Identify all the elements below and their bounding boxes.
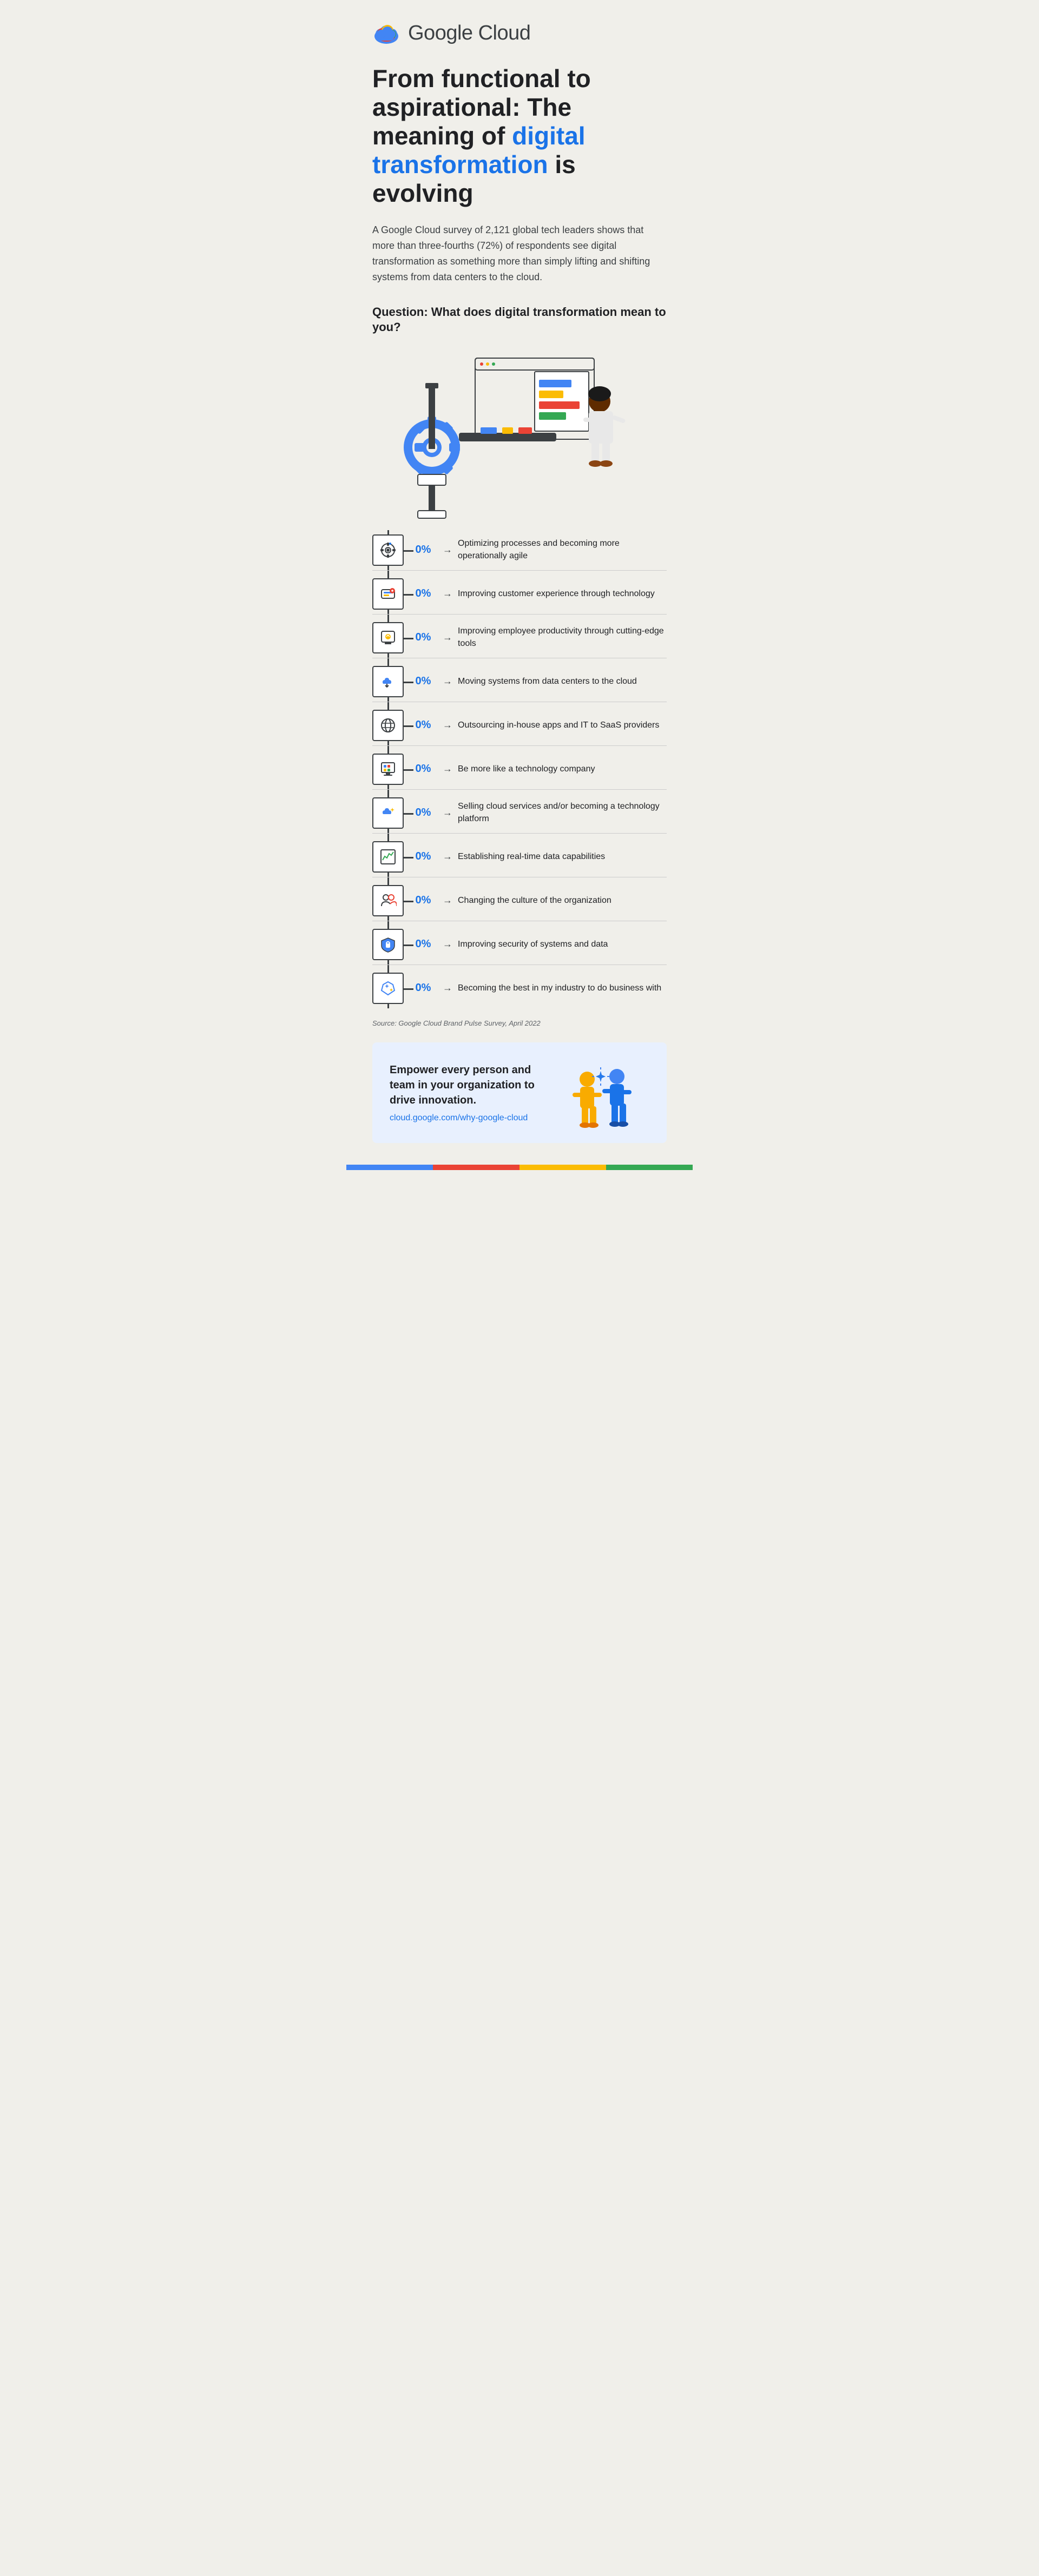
arrow-icon-4: →	[443, 719, 452, 731]
question-heading: Question: What does digital transformati…	[372, 305, 667, 335]
chart-row: 0% → Outsourcing in-house apps and IT to…	[372, 705, 667, 746]
chart-row: 0% → Improving customer experience throu…	[372, 574, 667, 615]
source-text: Source: Google Cloud Brand Pulse Survey,…	[372, 1019, 667, 1027]
chart-pct-6: 0%	[409, 807, 437, 819]
chart-pct-9: 0%	[409, 938, 437, 950]
chart-pct-8: 0%	[409, 894, 437, 907]
color-bar-blue	[346, 1165, 433, 1170]
footer-illustration-icon	[552, 1058, 649, 1128]
chart-pct-0: 0%	[409, 544, 437, 556]
color-bar-green	[606, 1165, 693, 1170]
chart-icon-box-5	[372, 754, 404, 785]
chart-icon-box-3	[372, 666, 404, 697]
title-highlight: digital transformation	[372, 122, 586, 179]
chart-label-8: Changing the culture of the organization	[458, 895, 667, 907]
chart-row: 0% → Establishing real-time data capabil…	[372, 837, 667, 877]
tech-company-icon	[379, 761, 397, 778]
color-bar-red	[433, 1165, 520, 1170]
chart-pct-1: 0%	[409, 587, 437, 600]
chart-row: 0% → Moving systems from data centers to…	[372, 662, 667, 702]
arrow-icon-2: →	[443, 632, 452, 643]
arrow-icon-8: →	[443, 895, 452, 906]
chart-icon-box-1	[372, 578, 404, 610]
color-bar-yellow	[520, 1165, 606, 1170]
chart-icon-box-2	[372, 622, 404, 653]
security-icon	[379, 936, 397, 953]
arrow-icon-3: →	[443, 676, 452, 687]
arrow-icon-6: →	[443, 807, 452, 818]
chart-label-1: Improving customer experience through te…	[458, 588, 667, 600]
page: Google Cloud From functional to aspirati…	[346, 0, 693, 1143]
chart-label-10: Becoming the best in my industry to do b…	[458, 982, 667, 994]
chart-row: 0% → Optimizing processes and becoming m…	[372, 530, 667, 571]
chart-rows-container: 0% → Optimizing processes and becoming m…	[372, 530, 667, 1008]
main-title: From functional to aspirational: The mea…	[372, 64, 667, 207]
chart-label-6: Selling cloud services and/or becoming a…	[458, 801, 667, 825]
chart-icon-box-10	[372, 973, 404, 1004]
culture-icon	[379, 892, 397, 909]
chart-row: 0% → Becoming the best in my industry to…	[372, 968, 667, 1008]
chart-label-4: Outsourcing in-house apps and IT to SaaS…	[458, 719, 667, 731]
google-cloud-logo-icon	[372, 22, 400, 45]
arrow-icon-1: →	[443, 588, 452, 599]
saas-outsource-icon	[379, 717, 397, 734]
arrow-icon-7: →	[443, 851, 452, 862]
color-bar	[346, 1165, 693, 1170]
chart-icon-box-4	[372, 710, 404, 741]
subtitle-text: A Google Cloud survey of 2,121 global te…	[372, 222, 667, 285]
cloud-migration-icon	[379, 673, 397, 690]
chart-pct-3: 0%	[409, 675, 437, 688]
chart-label-9: Improving security of systems and data	[458, 939, 667, 950]
customer-experience-icon	[379, 585, 397, 603]
arrow-icon-5: →	[443, 763, 452, 775]
real-time-data-icon	[379, 848, 397, 866]
chart-label-0: Optimizing processes and becoming more o…	[458, 538, 667, 562]
chart-icon-box-0	[372, 534, 404, 566]
chart-row: 0% → Selling cloud services and/or becom…	[372, 793, 667, 834]
footer-cta-link[interactable]: cloud.google.com/why-google-cloud	[390, 1113, 539, 1123]
arrow-icon-0: →	[443, 544, 452, 556]
chart-pct-2: 0%	[409, 631, 437, 644]
best-in-industry-icon	[379, 980, 397, 997]
arrow-icon-9: →	[443, 939, 452, 950]
chart-icon-box-6	[372, 797, 404, 829]
footer-cta-title: Empower every person and team in your or…	[390, 1062, 539, 1108]
productivity-icon	[379, 629, 397, 646]
gear-settings-icon	[379, 541, 397, 559]
chart-row: 0% → Improving employee productivity thr…	[372, 618, 667, 658]
illustration-svg	[372, 353, 667, 526]
chart-icon-box-9	[372, 929, 404, 960]
chart-label-3: Moving systems from data centers to the …	[458, 676, 667, 688]
chart-pct-4: 0%	[409, 719, 437, 731]
illustration-area	[372, 353, 667, 526]
chart-pct-10: 0%	[409, 982, 437, 994]
chart-row: 0% → Be more like a technology company	[372, 749, 667, 790]
chart-icon-box-7	[372, 841, 404, 873]
footer-cta-text: Empower every person and team in your or…	[390, 1062, 539, 1123]
chart-row: 0% → Improving security of systems and d…	[372, 924, 667, 965]
arrow-icon-10: →	[443, 982, 452, 994]
footer-cta: Empower every person and team in your or…	[372, 1042, 667, 1143]
chart-label-2: Improving employee productivity through …	[458, 625, 667, 650]
chart-label-5: Be more like a technology company	[458, 763, 667, 775]
chart-row: 0% → Changing the culture of the organiz…	[372, 881, 667, 921]
chart-label-7: Establishing real-time data capabilities	[458, 851, 667, 863]
brand-name: Google Cloud	[408, 22, 530, 45]
chart-pct-5: 0%	[409, 763, 437, 775]
header: Google Cloud	[372, 22, 667, 45]
chart-pct-7: 0%	[409, 850, 437, 863]
chart-icon-box-8	[372, 885, 404, 916]
cloud-platform-icon	[379, 804, 397, 822]
